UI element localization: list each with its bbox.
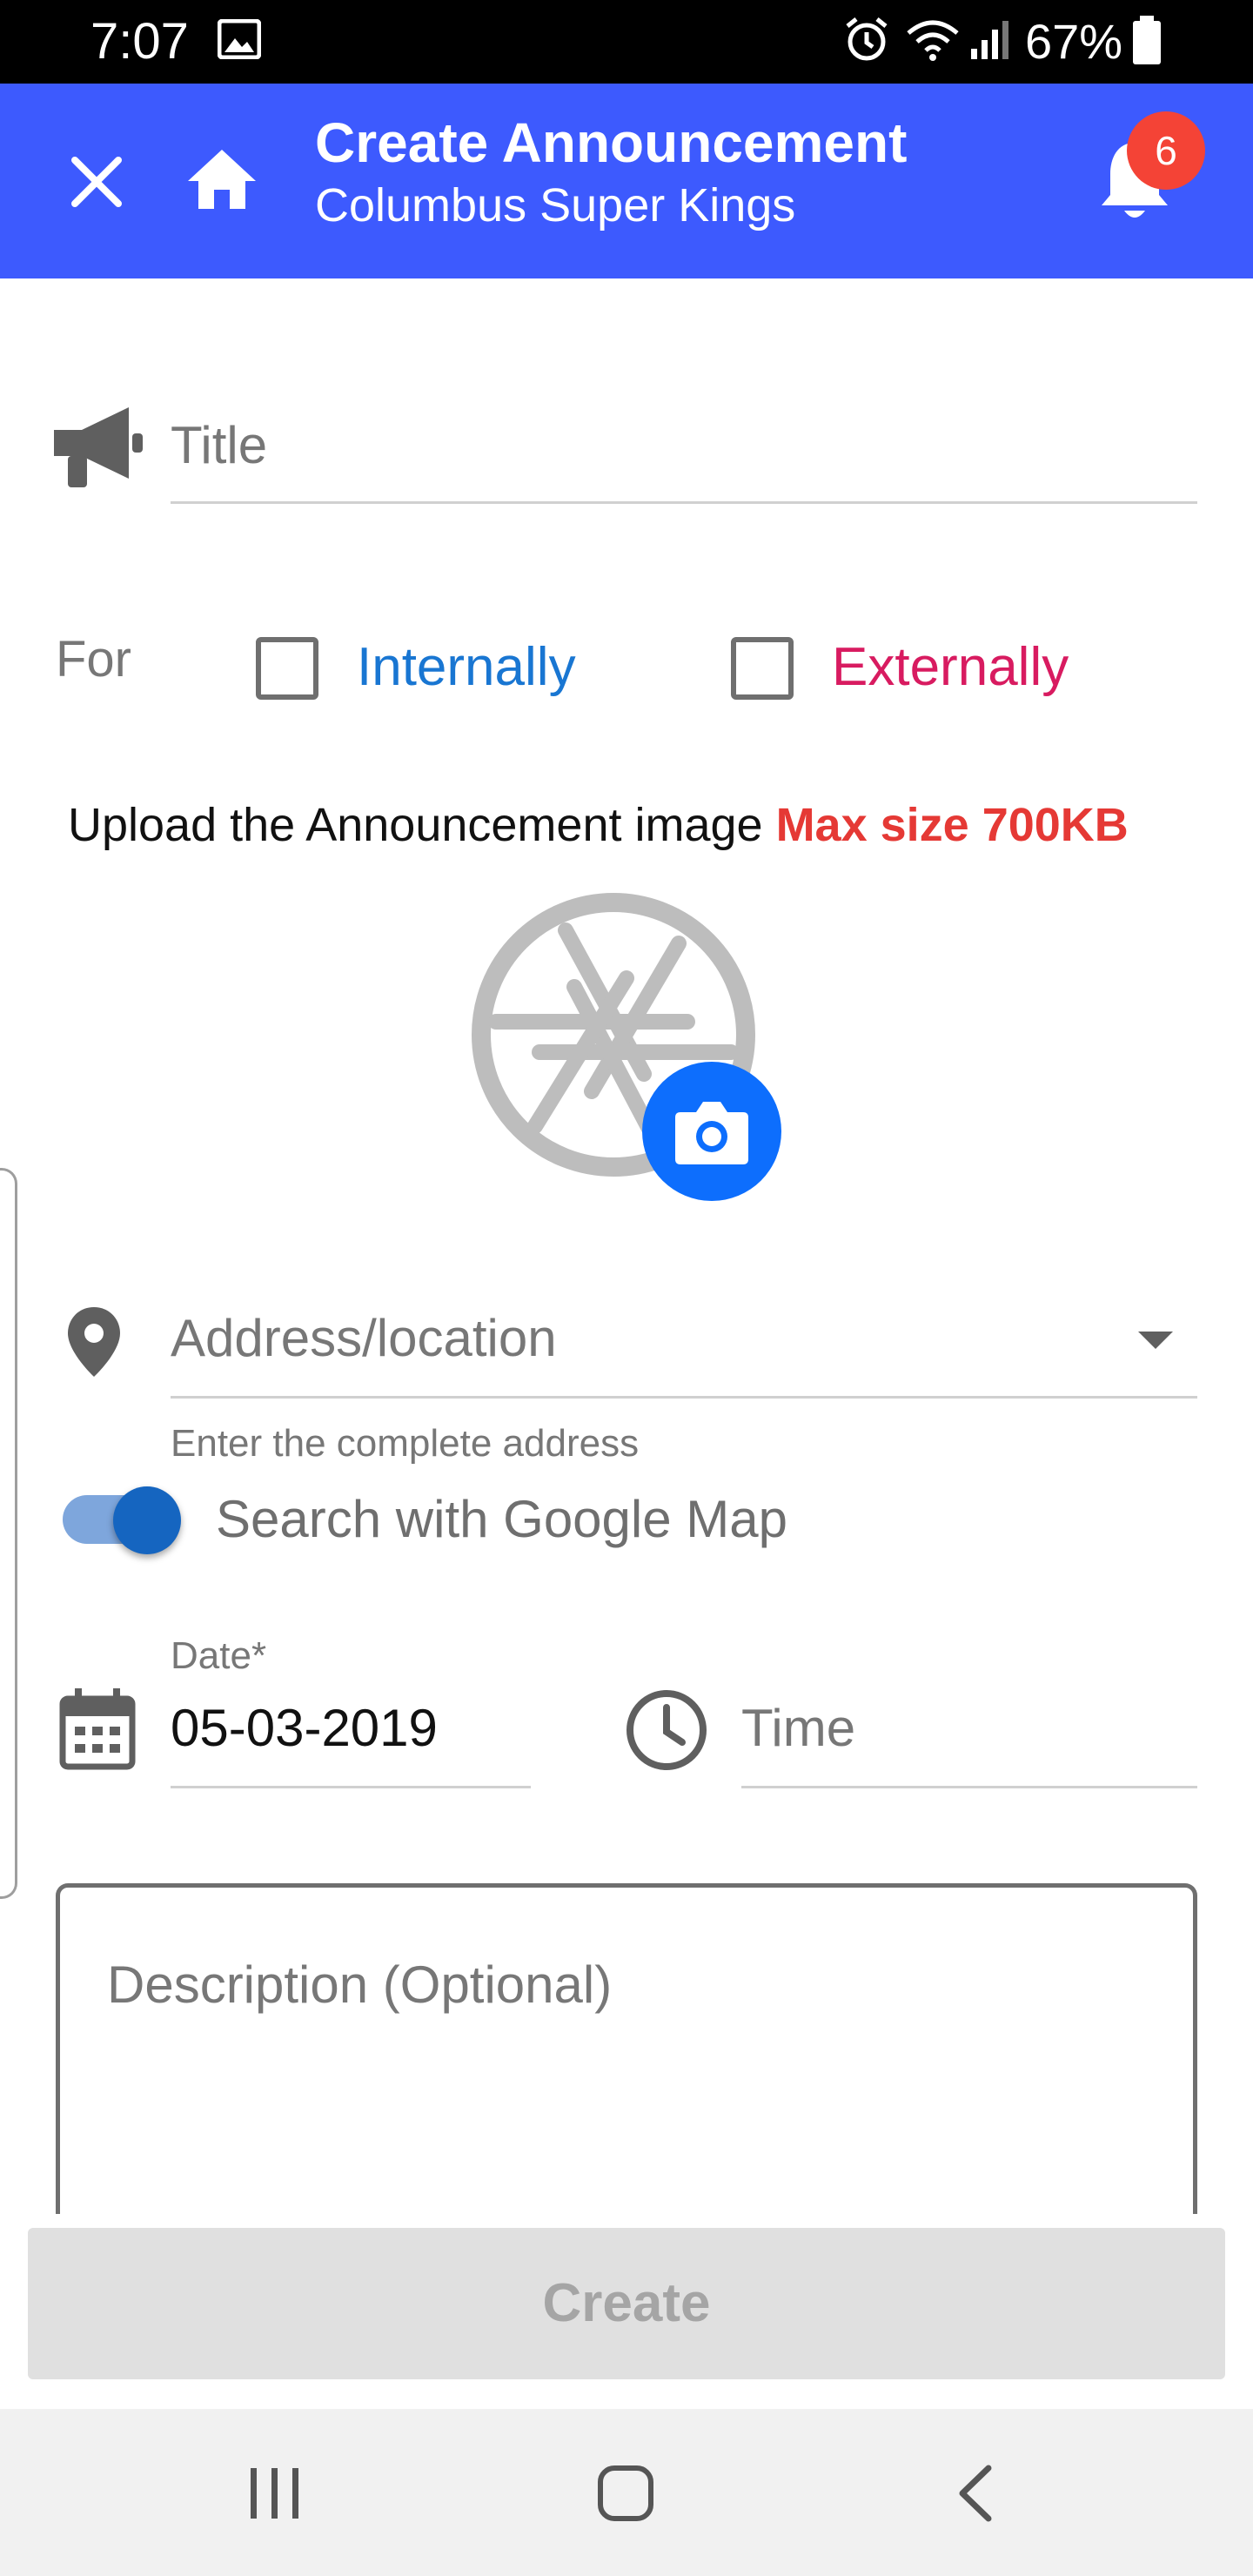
wifi-icon <box>907 20 959 61</box>
title-placeholder: Title <box>171 416 268 474</box>
upload-max-size: Max size 700KB <box>775 799 1129 851</box>
notification-badge: 6 <box>1127 111 1205 190</box>
internally-label[interactable]: Internally <box>357 635 576 700</box>
back-icon[interactable] <box>954 2465 997 2522</box>
google-map-toggle[interactable] <box>52 1479 191 1563</box>
upload-label: Upload the Announcement image Max size 7… <box>68 797 1129 853</box>
title-underline <box>171 501 1197 504</box>
google-map-toggle-label[interactable]: Search with Google Map <box>216 1488 787 1551</box>
status-bar: 7:07 67% <box>0 0 1253 84</box>
page-title: Create Announcement <box>315 111 908 174</box>
megaphone-icon <box>54 407 143 487</box>
address-input[interactable]: Address/location <box>171 1307 1197 1370</box>
date-input[interactable]: 05-03-2019 <box>171 1697 438 1760</box>
address-placeholder: Address/location <box>171 1309 557 1367</box>
side-panel-handle[interactable] <box>0 1168 17 1899</box>
recent-apps-icon[interactable] <box>249 2466 301 2520</box>
time-placeholder: Time <box>741 1699 856 1757</box>
externally-label[interactable]: Externally <box>832 635 1069 700</box>
description-placeholder: Description (Optional) <box>107 1955 613 2014</box>
calendar-icon <box>59 1688 136 1770</box>
location-pin-icon <box>68 1307 120 1377</box>
system-nav-bar <box>0 2409 1253 2576</box>
create-button[interactable]: Create <box>28 2228 1225 2379</box>
address-underline <box>171 1396 1197 1399</box>
date-label: Date* <box>171 1634 267 1677</box>
for-label: For <box>56 631 131 688</box>
upload-label-text: Upload the Announcement image <box>68 799 763 851</box>
close-icon[interactable] <box>70 155 124 209</box>
home-icon[interactable] <box>184 146 259 212</box>
battery-icon <box>1133 16 1161 64</box>
battery-percent: 67% <box>1025 14 1123 69</box>
alarm-icon <box>846 17 888 61</box>
toggle-thumb <box>113 1486 181 1554</box>
internally-checkbox[interactable] <box>256 637 318 700</box>
time-underline <box>741 1786 1197 1788</box>
page-subtitle: Columbus Super Kings <box>315 179 796 231</box>
status-time: 7:07 <box>90 13 189 70</box>
camera-button[interactable] <box>642 1062 781 1201</box>
image-icon <box>218 19 261 59</box>
camera-icon <box>675 1102 748 1164</box>
address-helper-text: Enter the complete address <box>171 1422 640 1465</box>
signal-icon <box>971 21 1008 59</box>
home-button-icon[interactable] <box>597 2465 654 2522</box>
time-input[interactable]: Time <box>741 1697 1197 1760</box>
dropdown-arrow-icon[interactable] <box>1136 1330 1175 1351</box>
app-bar: Create Announcement Columbus Super Kings… <box>0 84 1253 278</box>
description-textarea[interactable]: Description (Optional) <box>56 1883 1197 2214</box>
date-underline <box>171 1786 531 1788</box>
title-input[interactable]: Title <box>171 414 1197 477</box>
externally-checkbox[interactable] <box>731 637 794 700</box>
clock-icon <box>626 1690 707 1770</box>
